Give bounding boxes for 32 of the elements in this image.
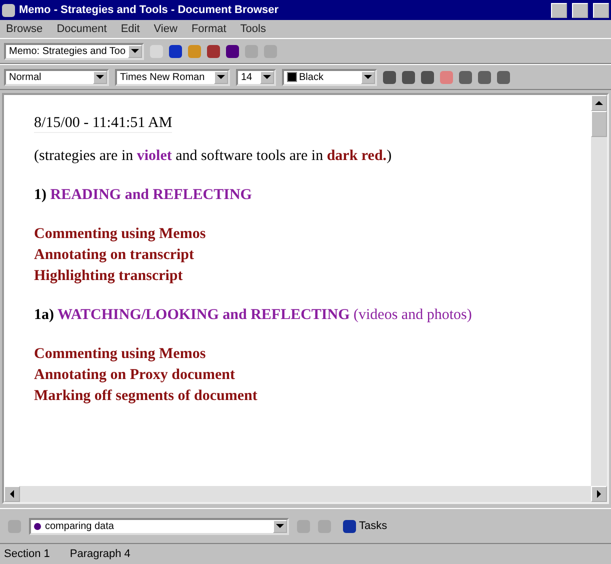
status-text: Paragraph 4: [70, 548, 130, 560]
document-line: Annotating on Proxy document: [34, 366, 235, 385]
menu-item[interactable]: Document: [56, 23, 107, 35]
size-dropdown[interactable]: 14: [236, 68, 276, 86]
document-line: Highlighting transcript: [34, 267, 183, 286]
maximize-button[interactable]: [572, 2, 588, 18]
menu-item[interactable]: View: [154, 23, 178, 35]
font-dropdown[interactable]: Times New Roman: [115, 68, 230, 86]
dot-icon: [34, 522, 41, 530]
document-line: 1a) WATCHING/LOOKING and REFLECTING (videos and photos): [34, 306, 472, 325]
horizontal-scrollbar[interactable]: [4, 486, 607, 502]
style-dropdown[interactable]: Normal: [4, 68, 109, 86]
document-line: Annotating on transcript: [34, 246, 194, 265]
document-dropdown[interactable]: Memo: Strategies and Too: [4, 42, 144, 60]
document-line: Commenting using Memos: [34, 345, 206, 364]
close-button[interactable]: [593, 2, 609, 18]
menu-item[interactable]: Tools: [240, 23, 266, 35]
document-line: Marking off segments of document: [34, 387, 258, 406]
color-dropdown[interactable]: Black: [282, 68, 377, 86]
document-line: (strategies are in violet and software tools are in dark red.): [34, 147, 392, 166]
menu-item[interactable]: Edit: [120, 23, 140, 35]
task-label: comparing data: [45, 520, 114, 532]
menu-item[interactable]: Format: [191, 23, 226, 35]
window-title: Memo - Strategies and Tools - Document Browser: [19, 4, 280, 16]
task-dropdown[interactable]: comparing data: [29, 518, 289, 534]
minimize-button[interactable]: [551, 2, 567, 18]
menu-item[interactable]: Browse: [6, 23, 43, 35]
status-text: Section 1: [4, 548, 50, 560]
document-line: 1) READING and REFLECTING: [34, 186, 252, 205]
timestamp: 8/15/00 - 11:41:51 AM: [34, 115, 172, 133]
vertical-scrollbar[interactable]: [591, 95, 607, 486]
document-line: Commenting using Memos: [34, 225, 206, 244]
